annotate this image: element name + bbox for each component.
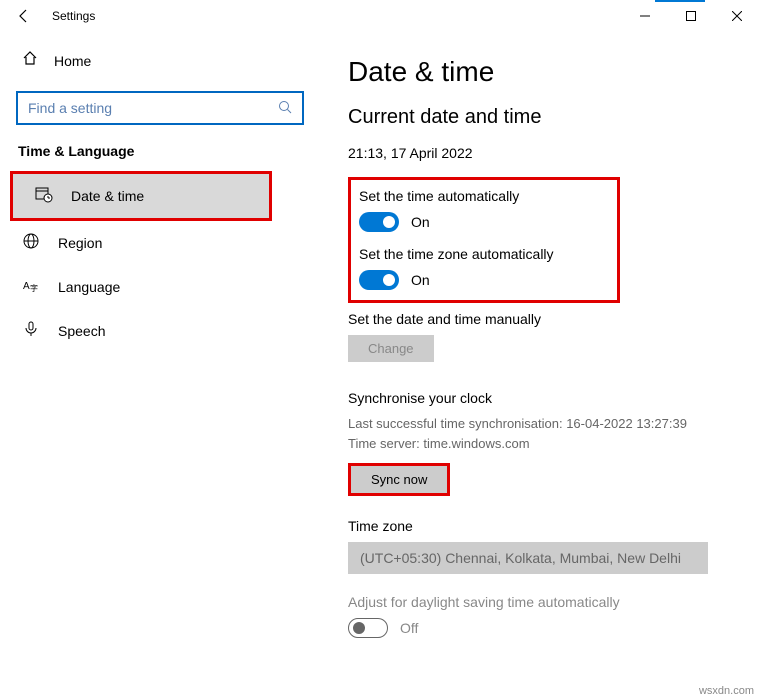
dst-state: Off [400, 620, 418, 636]
sidebar-item-label: Region [58, 235, 102, 251]
manual-label: Set the date and time manually [348, 311, 736, 327]
page-subheading: Current date and time [348, 106, 736, 129]
auto-time-label: Set the time automatically [359, 188, 607, 204]
home-nav[interactable]: Home [0, 42, 320, 79]
section-title: Time & Language [0, 143, 320, 171]
tz-title: Time zone [348, 518, 736, 534]
sidebar-item-language[interactable]: A字 Language [0, 265, 320, 309]
highlight-box-toggles: Set the time automatically On Set the ti… [348, 177, 620, 303]
change-button: Change [348, 335, 434, 362]
window-title: Settings [52, 9, 95, 23]
search-box[interactable] [16, 91, 304, 125]
sync-last: Last successful time synchronisation: 16… [348, 414, 736, 434]
sidebar-item-date-time[interactable]: Date & time [13, 174, 269, 218]
auto-time-state: On [411, 214, 430, 230]
tz-select: (UTC+05:30) Chennai, Kolkata, Mumbai, Ne… [348, 542, 708, 574]
microphone-icon [22, 321, 40, 342]
minimize-button[interactable] [622, 0, 668, 32]
search-icon [278, 100, 292, 117]
svg-text:A: A [23, 281, 30, 292]
sidebar-item-region[interactable]: Region [0, 221, 320, 265]
dst-label: Adjust for daylight saving time automati… [348, 594, 736, 610]
auto-tz-toggle[interactable] [359, 270, 399, 290]
sidebar-item-label: Date & time [71, 188, 144, 204]
highlight-box-nav: Date & time [10, 171, 272, 221]
sync-now-button[interactable]: Sync now [351, 466, 447, 493]
dst-toggle [348, 618, 388, 638]
calendar-clock-icon [35, 185, 53, 208]
svg-text:字: 字 [30, 283, 38, 293]
search-input[interactable] [28, 100, 278, 116]
auto-time-toggle[interactable] [359, 212, 399, 232]
auto-tz-label: Set the time zone automatically [359, 246, 607, 262]
auto-tz-state: On [411, 272, 430, 288]
globe-icon [22, 233, 40, 254]
page-heading: Date & time [348, 56, 736, 88]
sidebar-item-label: Speech [58, 323, 105, 339]
current-datetime: 21:13, 17 April 2022 [348, 145, 736, 161]
home-icon [22, 50, 38, 71]
sync-server: Time server: time.windows.com [348, 434, 736, 454]
sidebar-item-speech[interactable]: Speech [0, 309, 320, 353]
maximize-button[interactable] [668, 0, 714, 32]
watermark: wsxdn.com [699, 685, 754, 697]
sidebar: Home Time & Language Date & time Region [0, 32, 320, 700]
sidebar-item-label: Language [58, 279, 120, 295]
highlight-box-sync: Sync now [348, 463, 450, 496]
content-pane: Date & time Current date and time 21:13,… [320, 32, 760, 700]
sync-title: Synchronise your clock [348, 390, 736, 406]
close-button[interactable] [714, 0, 760, 32]
language-icon: A字 [22, 277, 40, 298]
home-label: Home [54, 53, 91, 69]
back-button[interactable] [8, 0, 40, 32]
titlebar: Settings [0, 0, 760, 32]
